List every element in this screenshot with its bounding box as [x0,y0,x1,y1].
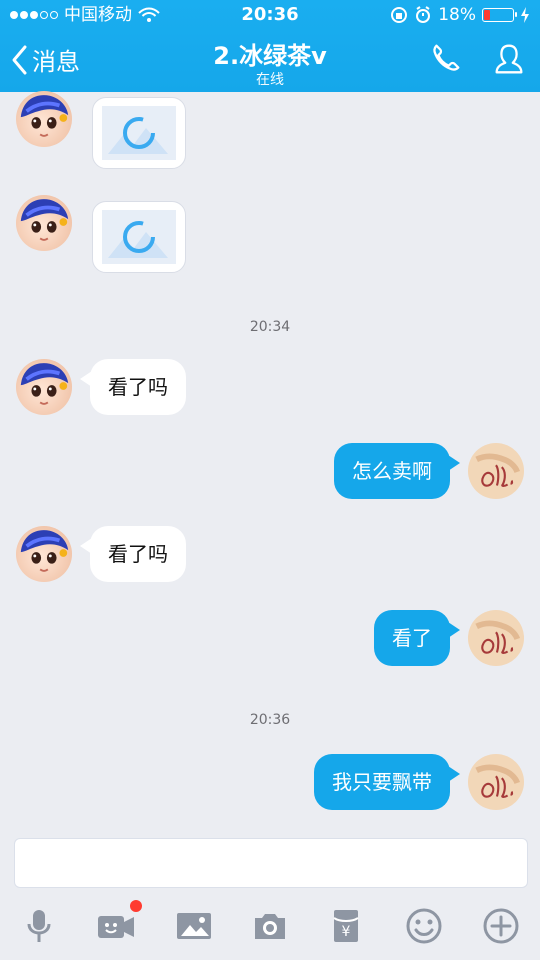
chat-screen: 中国移动 20:36 18% 消息 2.冰绿茶v 在线 20:34 看了吗 怎么… [0,0,540,960]
emoji-icon[interactable] [404,906,444,946]
image-message[interactable] [92,201,186,273]
contact-avatar[interactable] [15,358,73,416]
add-icon[interactable] [481,906,521,946]
status-right: 18% [390,0,530,30]
camera-icon[interactable] [250,906,290,946]
image-placeholder-icon [102,106,176,160]
charging-icon [521,7,529,23]
image-icon[interactable] [174,906,214,946]
status-bar: 中国移动 20:36 18% [0,0,540,30]
video-call-icon [98,916,134,938]
timestamp: 20:34 [249,319,291,335]
composer-toolbar: ¥ [0,898,540,958]
notification-dot [130,900,142,912]
microphone-icon[interactable] [19,906,59,946]
profile-icon[interactable] [490,40,528,78]
user-avatar[interactable] [467,442,525,500]
header: 中国移动 20:36 18% 消息 2.冰绿茶v 在线 [0,0,540,92]
composer: ¥ [0,832,540,960]
alarm-icon [416,6,431,23]
video-call-button[interactable] [96,900,142,946]
contact-avatar[interactable] [15,525,73,583]
incoming-message[interactable]: 看了吗 [80,359,186,415]
nav-actions [426,40,528,78]
image-placeholder-icon [102,210,176,264]
message-list[interactable]: 20:34 看了吗 怎么卖啊 看了吗 看了 20:36 我只要飘带 [0,90,540,832]
orientation-lock-icon [391,7,408,23]
timestamp: 20:36 [249,712,291,728]
incoming-message[interactable]: 看了吗 [80,526,186,582]
user-avatar[interactable] [467,609,525,667]
outgoing-message[interactable]: 看了 [374,610,460,666]
message-input[interactable] [14,838,528,888]
svg-text:¥: ¥ [342,924,351,940]
contact-avatar[interactable] [15,194,73,252]
phone-icon[interactable] [426,40,464,78]
outgoing-message[interactable]: 我只要飘带 [314,754,460,810]
outgoing-message[interactable]: 怎么卖啊 [334,443,460,499]
battery-icon [482,8,517,22]
contact-avatar[interactable] [15,90,73,148]
red-packet-icon[interactable]: ¥ [326,906,366,946]
user-avatar[interactable] [467,753,525,811]
image-message[interactable] [92,97,186,169]
nav-bar: 消息 2.冰绿茶v 在线 [0,30,540,92]
battery-percent: 18% [438,5,476,25]
